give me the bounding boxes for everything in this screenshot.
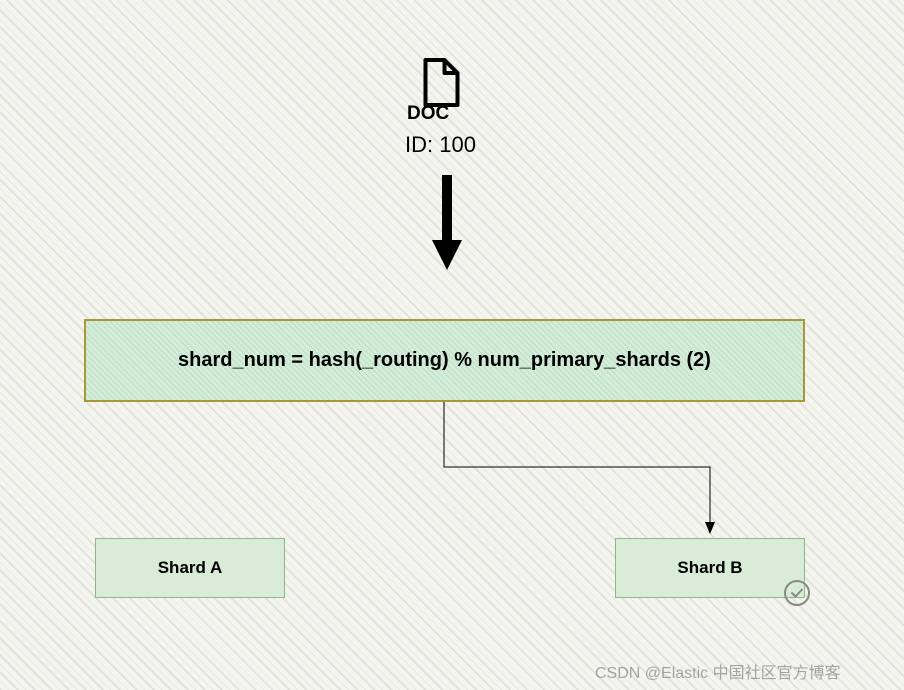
shard-a-box: Shard A	[95, 538, 285, 598]
formula-box: shard_num = hash(_routing) % num_primary…	[84, 319, 805, 402]
doc-id-text: ID: 100	[405, 132, 476, 158]
formula-text: shard_num = hash(_routing) % num_primary…	[178, 349, 711, 372]
shard-b-box: Shard B	[615, 538, 805, 598]
watermark-text: CSDN @Elastic 中国社区官方博客	[595, 659, 841, 683]
shard-b-label: Shard B	[677, 558, 742, 578]
arrow-down-icon	[432, 175, 462, 275]
checkmark-icon	[784, 580, 810, 606]
doc-label: DOC	[407, 103, 449, 125]
shard-a-label: Shard A	[158, 558, 223, 578]
